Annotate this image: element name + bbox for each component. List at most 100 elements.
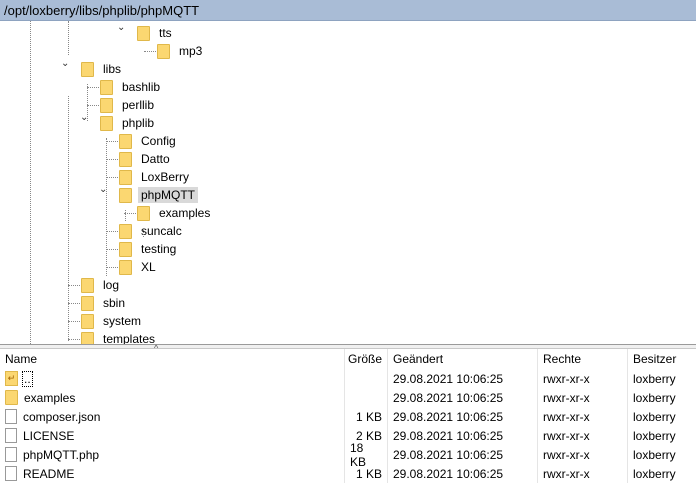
file-row[interactable]: examples 29.08.2021 10:06:25 rwxr-xr-x l… <box>0 388 696 407</box>
file-owner: loxberry <box>633 447 676 462</box>
tree-node-label: system <box>103 314 142 328</box>
folder-icon <box>119 241 132 257</box>
tree-node[interactable]: libs <box>81 60 124 78</box>
file-modified: 29.08.2021 10:06:25 <box>388 464 538 483</box>
file-owner: loxberry <box>633 371 676 386</box>
file-rights: rwxr-xr-x <box>538 445 628 464</box>
file-name: .. <box>22 370 33 387</box>
column-name[interactable]: Name <box>0 349 345 369</box>
folder-icon <box>81 295 94 311</box>
file-owner: loxberry <box>633 466 676 481</box>
file-name: phpMQTT.php <box>23 447 100 462</box>
tree-node-label: Datto <box>141 152 170 166</box>
file-size: 1 KB <box>345 464 388 483</box>
tree-node[interactable]: system <box>81 312 144 330</box>
folder-icon <box>157 43 170 59</box>
folder-icon <box>81 313 94 329</box>
file-name: examples <box>24 390 76 405</box>
tree-node[interactable]: Config <box>119 132 179 150</box>
tree-node[interactable]: phplib <box>100 114 157 132</box>
directory-tree[interactable]: tts ⌄ mp3 libs ⌄ bashlib perllib phplib ⌄ Config D… <box>0 21 696 344</box>
folder-icon <box>5 390 18 405</box>
tree-node[interactable]: tts <box>137 24 175 42</box>
tree-guide-line <box>143 228 144 237</box>
file-row[interactable]: phpMQTT.php 18 KB 29.08.2021 10:06:25 rw… <box>0 441 696 469</box>
tree-node-label: Config <box>141 134 176 148</box>
folder-icon <box>81 331 94 344</box>
tree-node[interactable]: mp3 <box>157 42 205 60</box>
tree-guide-line <box>68 21 69 55</box>
tree-guide-line <box>68 96 69 341</box>
column-rights[interactable]: Rechte <box>538 349 628 369</box>
tree-connector <box>87 105 99 106</box>
tree-node[interactable]: sbin <box>81 294 128 312</box>
tree-connector <box>106 177 118 178</box>
file-list-header: Name Größe Geändert Rechte Besitzer <box>0 349 696 369</box>
folder-icon <box>137 205 150 221</box>
column-owner[interactable]: Besitzer <box>628 349 696 369</box>
file-size: 1 KB <box>345 407 388 426</box>
tree-node[interactable]: testing <box>119 240 179 258</box>
tree-node[interactable]: examples <box>137 204 213 222</box>
file-row[interactable]: ↵.. 29.08.2021 10:06:25 rwxr-xr-x loxber… <box>0 369 696 388</box>
tree-node-label: suncalc <box>141 224 182 238</box>
tree-node-label: testing <box>141 242 177 256</box>
file-rights: rwxr-xr-x <box>538 426 628 445</box>
file-size <box>345 369 388 388</box>
file-owner: loxberry <box>633 409 676 424</box>
tree-connector <box>144 51 156 52</box>
tree-guide-line <box>106 138 107 276</box>
tree-node[interactable]: phpMQTT <box>119 186 199 204</box>
chevron-down-icon[interactable]: ⌄ <box>61 58 69 69</box>
tree-connector <box>87 87 99 88</box>
tree-node-label: LoxBerry <box>141 170 190 184</box>
tree-guide-line <box>87 84 88 121</box>
tree-node[interactable]: XL <box>119 258 159 276</box>
tree-node-label: libs <box>103 62 122 76</box>
tree-node-label: bashlib <box>122 80 161 94</box>
file-name: composer.json <box>23 409 101 424</box>
parent-directory-icon: ↵ <box>5 371 18 386</box>
folder-icon <box>100 97 113 113</box>
file-name: README <box>23 466 75 481</box>
file-modified: 29.08.2021 10:06:25 <box>388 426 538 445</box>
tree-connector <box>106 159 118 160</box>
file-owner: loxberry <box>633 428 676 443</box>
tree-connector <box>106 231 118 232</box>
column-modified[interactable]: Geändert <box>388 349 538 369</box>
file-size: 18 KB <box>345 441 388 469</box>
tree-node[interactable]: suncalc <box>119 222 185 240</box>
file-row[interactable]: LICENSE 2 KB 29.08.2021 10:06:25 rwxr-xr… <box>0 426 696 445</box>
folder-icon <box>119 169 132 185</box>
tree-node[interactable]: templates <box>81 330 158 344</box>
tree-node[interactable]: LoxBerry <box>119 168 192 186</box>
file-owner: loxberry <box>633 390 676 405</box>
tree-node[interactable]: bashlib <box>100 78 163 96</box>
tree-node-label: tts <box>159 26 172 40</box>
file-list[interactable]: Name Größe Geändert Rechte Besitzer ↵.. … <box>0 349 696 483</box>
folder-icon <box>119 133 132 149</box>
file-rights: rwxr-xr-x <box>538 388 628 407</box>
chevron-down-icon[interactable]: ⌄ <box>117 22 125 33</box>
tree-connector <box>106 141 118 142</box>
tree-node-label: log <box>103 278 120 292</box>
file-modified: 29.08.2021 10:06:25 <box>388 407 538 426</box>
folder-icon <box>81 277 94 293</box>
folder-icon <box>119 259 132 275</box>
folder-icon <box>81 61 94 77</box>
column-size[interactable]: Größe <box>345 349 388 369</box>
file-row[interactable]: README 1 KB 29.08.2021 10:06:25 rwxr-xr-… <box>0 464 696 483</box>
tree-node-label: XL <box>141 260 156 274</box>
tree-connector <box>68 303 80 304</box>
file-icon <box>5 428 17 443</box>
folder-icon <box>137 25 150 41</box>
tree-guide-line <box>125 210 126 221</box>
tree-node[interactable]: perllib <box>100 96 157 114</box>
tree-node-label: mp3 <box>179 44 203 58</box>
tree-node-label: perllib <box>122 98 155 112</box>
tree-node[interactable]: Datto <box>119 150 173 168</box>
tree-node[interactable]: log <box>81 276 122 294</box>
tree-guide-line <box>30 21 31 344</box>
file-row[interactable]: composer.json 1 KB 29.08.2021 10:06:25 r… <box>0 407 696 426</box>
tree-node-label: templates <box>103 332 156 344</box>
